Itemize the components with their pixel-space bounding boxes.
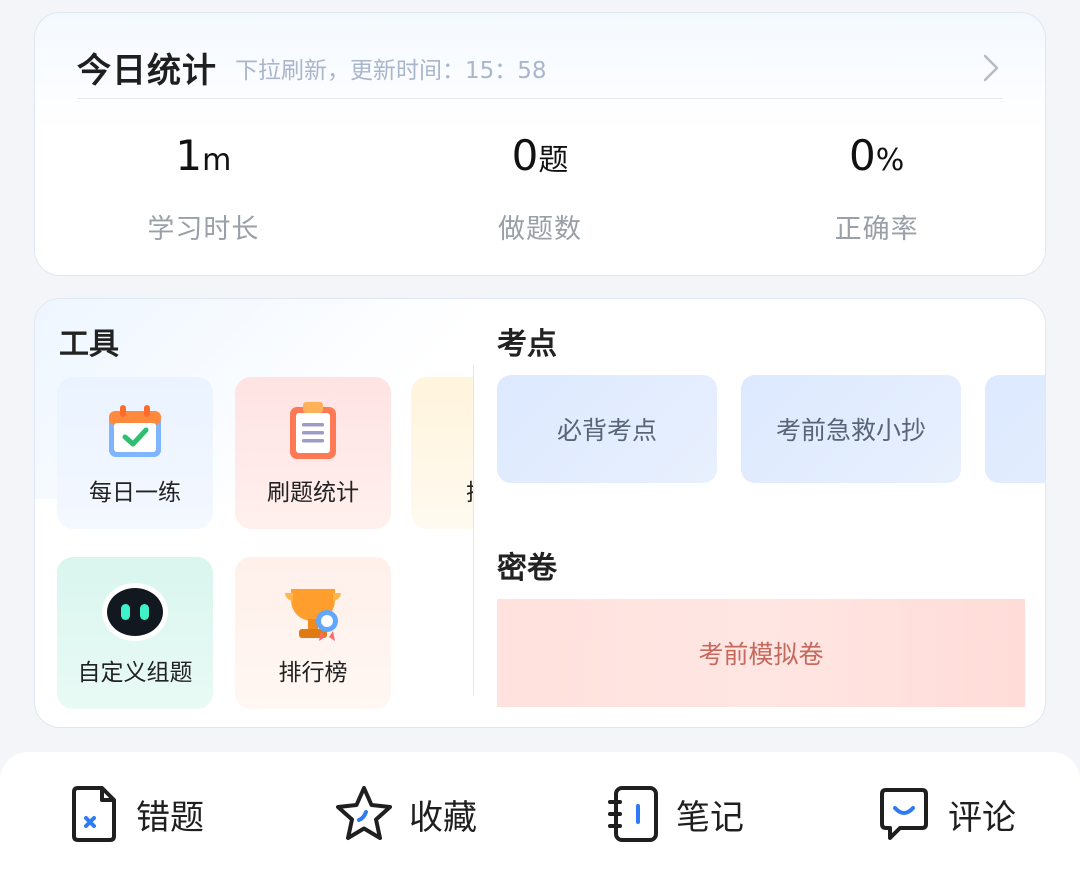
point-next[interactable] [985, 375, 1045, 483]
section-divider [473, 365, 474, 695]
comments-button[interactable]: 评论 [810, 752, 1080, 876]
point-cheat-sheet[interactable]: 考前急救小抄 [741, 375, 961, 483]
clipboard-icon [290, 402, 336, 459]
tool-custom-quiz[interactable]: 自定义组题 [57, 557, 213, 709]
tool-label: 刷题统计 [267, 480, 359, 506]
tools-card: 工具 每日一练 刷题统计 自定义组题 排行榜 考点 必背考点 考前急救小抄 密卷… [34, 298, 1046, 728]
tool-practice-stats[interactable]: 刷题统计 [235, 377, 391, 529]
wrong-question-icon [72, 786, 116, 842]
tool-label: 排行榜 [278, 660, 348, 686]
stat-study-time: 1 m 学习时长 [35, 131, 372, 246]
exam-points-list: 必背考点 考前急救小抄 [497, 375, 1045, 485]
point-must-memorize[interactable]: 必背考点 [497, 375, 717, 483]
stat-unit: m [202, 143, 232, 178]
notes-button[interactable]: 笔记 [540, 752, 810, 876]
tool-choose-school[interactable]: 择校 [411, 377, 473, 529]
tool-daily-practice[interactable]: 每日一练 [57, 377, 213, 529]
stat-label: 学习时长 [147, 214, 260, 245]
tools-title: 工具 [59, 327, 119, 362]
bar-label: 笔记 [676, 797, 744, 838]
stats-refresh-hint: 下拉刷新，更新时间：15：58 [235, 57, 547, 84]
bar-label: 错题 [136, 797, 204, 838]
wrong-questions-button[interactable]: 错题 [0, 752, 270, 876]
tools-grid: 每日一练 刷题统计 择校 [55, 375, 473, 711]
stat-value: 0 [849, 131, 876, 180]
trophy-icon [285, 589, 341, 641]
calendar-check-icon [109, 405, 161, 457]
stat-value: 1 [175, 131, 203, 180]
stat-unit: % [875, 143, 905, 178]
stats-row: 1 m 学习时长 0 题 做题数 0 % 正确率 [35, 131, 1045, 246]
secret-papers-title: 密卷 [497, 551, 557, 586]
stat-label: 做题数 [498, 214, 582, 245]
exam-points-title: 考点 [497, 327, 557, 362]
today-stats-card[interactable]: 今日统计 下拉刷新，更新时间：15：58 1 m 学习时长 0 题 做题数 0 … [34, 12, 1046, 276]
robot-icon [102, 583, 168, 641]
stat-value: 0 [511, 131, 539, 180]
bar-label: 收藏 [409, 797, 477, 838]
stats-title: 今日统计 [77, 51, 217, 91]
stats-header[interactable]: 今日统计 下拉刷新，更新时间：15：58 [77, 37, 1003, 99]
mock-exam-paper[interactable]: 考前模拟卷 [497, 599, 1025, 707]
favorites-button[interactable]: 收藏 [270, 752, 540, 876]
bar-label: 评论 [948, 797, 1016, 838]
tool-label: 择校 [411, 473, 473, 507]
tool-leaderboard[interactable]: 排行榜 [235, 557, 391, 709]
comment-icon [880, 788, 928, 840]
tool-label: 每日一练 [89, 480, 181, 506]
star-icon [336, 786, 392, 840]
chevron-right-icon[interactable] [979, 52, 1003, 84]
notebook-icon [608, 786, 658, 842]
school-icon [457, 399, 473, 463]
stat-unit: 题 [538, 143, 569, 178]
stat-label: 正确率 [834, 214, 919, 245]
stat-accuracy: 0 % 正确率 [708, 131, 1045, 246]
bottom-action-bar: 错题 收藏 笔记 评论 [0, 752, 1080, 876]
tool-label: 自定义组题 [77, 660, 193, 686]
stat-question-count: 0 题 做题数 [372, 131, 709, 246]
